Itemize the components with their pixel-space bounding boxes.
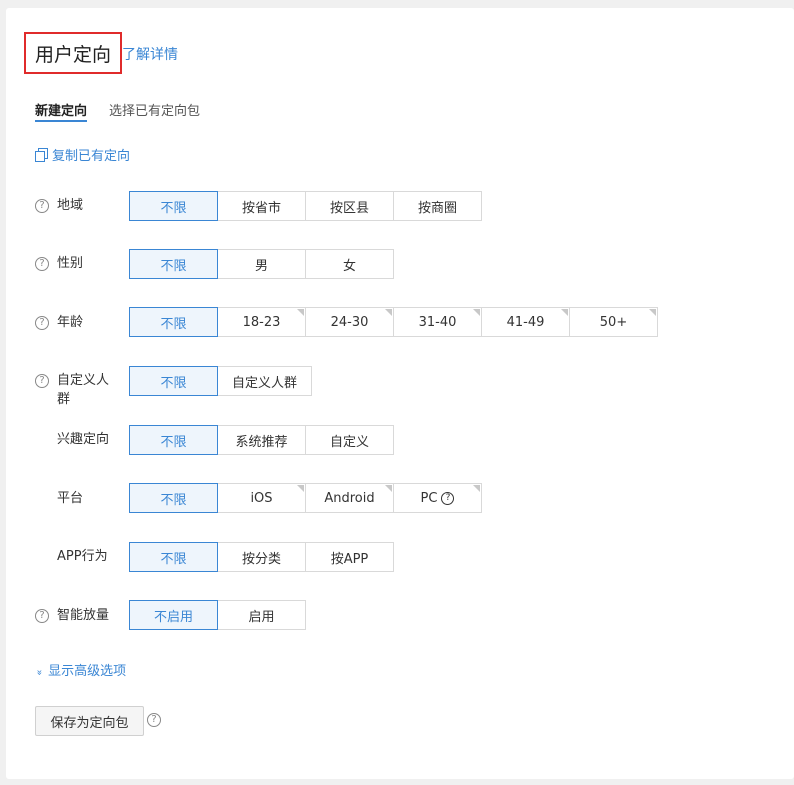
learn-more-link[interactable]: 了解详情 — [122, 44, 178, 64]
corner-marker — [385, 485, 392, 492]
corner-marker — [649, 309, 656, 316]
app-behavior-option-by-category[interactable]: 按分类 — [217, 542, 306, 572]
copy-icon — [35, 148, 48, 162]
interest-label: 兴趣定向 — [57, 432, 110, 447]
chevron-down-icon: » — [33, 669, 45, 676]
platform-option-unlimited[interactable]: 不限 — [129, 483, 218, 513]
tab-existing-package[interactable]: 选择已有定向包 — [109, 100, 200, 119]
interest-option-custom[interactable]: 自定义 — [305, 425, 394, 455]
tab-new-targeting[interactable]: 新建定向 — [35, 100, 87, 119]
pc-help-icon[interactable]: ? — [441, 491, 455, 505]
interest-option-unlimited[interactable]: 不限 — [129, 425, 218, 455]
interest-option-recommended[interactable]: 系统推荐 — [217, 425, 306, 455]
age-option-41-49[interactable]: 41-49 — [481, 307, 570, 337]
custom-audience-option-unlimited[interactable]: 不限 — [129, 366, 218, 396]
age-option-24-30[interactable]: 24-30 — [305, 307, 394, 337]
region-option-district[interactable]: 按区县 — [305, 191, 394, 221]
region-label: 地域 — [57, 198, 84, 213]
region-options: 不限 按省市 按区县 按商圈 — [129, 191, 482, 221]
age-help-icon[interactable]: ? — [35, 316, 49, 330]
region-option-province-city[interactable]: 按省市 — [217, 191, 306, 221]
show-advanced-label: 显示高级选项 — [48, 664, 127, 679]
corner-marker — [473, 309, 480, 316]
smart-expansion-help-icon[interactable]: ? — [35, 609, 49, 623]
app-behavior-option-by-app[interactable]: 按APP — [305, 542, 394, 572]
interest-options: 不限 系统推荐 自定义 — [129, 425, 394, 455]
app-behavior-label: APP行为 — [57, 549, 108, 564]
copy-targeting-link[interactable]: 复制已有定向 — [35, 145, 130, 164]
platform-option-pc[interactable]: PC? — [393, 483, 482, 513]
save-help-icon[interactable]: ? — [147, 713, 161, 727]
corner-marker — [297, 485, 304, 492]
platform-label: 平台 — [57, 491, 84, 506]
age-option-18-23[interactable]: 18-23 — [217, 307, 306, 337]
gender-option-female[interactable]: 女 — [305, 249, 394, 279]
show-advanced-options-link[interactable]: » 显示高级选项 — [33, 660, 127, 679]
custom-audience-label-line2: 群 — [57, 392, 71, 407]
custom-audience-help-icon[interactable]: ? — [35, 374, 49, 388]
smart-expansion-options: 不启用 启用 — [129, 600, 306, 630]
app-behavior-option-unlimited[interactable]: 不限 — [129, 542, 218, 572]
region-option-unlimited[interactable]: 不限 — [129, 191, 218, 221]
corner-marker — [385, 309, 392, 316]
gender-label: 性别 — [57, 256, 84, 271]
page-title: 用户定向 — [24, 32, 122, 74]
age-label: 年龄 — [57, 315, 84, 330]
app-behavior-options: 不限 按分类 按APP — [129, 542, 394, 572]
gender-help-icon[interactable]: ? — [35, 257, 49, 271]
active-tab-indicator — [35, 120, 87, 122]
smart-expansion-label: 智能放量 — [57, 608, 110, 623]
age-option-50-plus[interactable]: 50+ — [569, 307, 658, 337]
custom-audience-options: 不限 自定义人群 — [129, 366, 312, 396]
copy-targeting-label: 复制已有定向 — [52, 149, 131, 164]
gender-options: 不限 男 女 — [129, 249, 394, 279]
gender-option-unlimited[interactable]: 不限 — [129, 249, 218, 279]
save-as-package-button[interactable]: 保存为定向包 — [35, 706, 144, 736]
corner-marker — [473, 485, 480, 492]
corner-marker — [297, 309, 304, 316]
platform-options: 不限 iOS Android PC? — [129, 483, 482, 513]
age-options: 不限 18-23 24-30 31-40 41-49 50+ — [129, 307, 658, 337]
platform-option-android[interactable]: Android — [305, 483, 394, 513]
platform-option-ios[interactable]: iOS — [217, 483, 306, 513]
region-option-business-area[interactable]: 按商圈 — [393, 191, 482, 221]
age-option-unlimited[interactable]: 不限 — [129, 307, 218, 337]
age-option-31-40[interactable]: 31-40 — [393, 307, 482, 337]
custom-audience-option-custom[interactable]: 自定义人群 — [217, 366, 312, 396]
region-help-icon[interactable]: ? — [35, 199, 49, 213]
gender-option-male[interactable]: 男 — [217, 249, 306, 279]
smart-expansion-option-enabled[interactable]: 启用 — [217, 600, 306, 630]
corner-marker — [561, 309, 568, 316]
custom-audience-label-line1: 自定义人 — [57, 373, 110, 388]
smart-expansion-option-disabled[interactable]: 不启用 — [129, 600, 218, 630]
